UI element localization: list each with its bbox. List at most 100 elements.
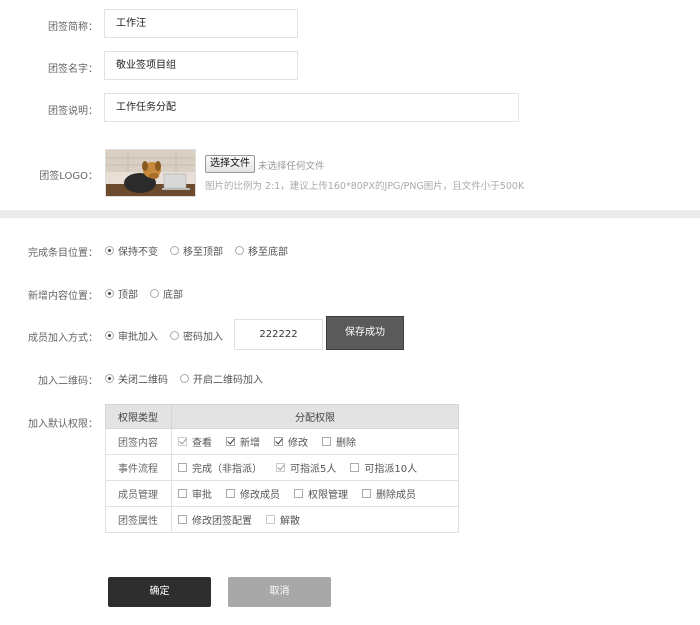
new-pos-option-1[interactable]: 底部 [150, 286, 183, 301]
permission-checkbox: 查看 [178, 434, 212, 449]
permission-checkbox[interactable]: 可指派10人 [350, 460, 417, 475]
checkbox-icon[interactable] [294, 489, 303, 498]
permission-checkbox[interactable]: 权限管理 [294, 486, 348, 501]
name-input[interactable]: 敬业签项目组 [104, 51, 298, 80]
dog-with-laptop-image [106, 150, 195, 196]
table-row: 团签属性 修改团签配置 解散 [105, 506, 459, 533]
permissions-label: 加入默认权限： [28, 419, 98, 430]
permission-checkbox-label: 新增 [240, 438, 260, 449]
permission-checkbox[interactable]: 删除 [322, 434, 356, 449]
choose-file-button[interactable]: 选择文件 [205, 155, 255, 173]
permission-checkbox-label: 删除 [336, 438, 356, 449]
radio-icon[interactable] [170, 330, 179, 340]
checkbox-icon[interactable] [178, 463, 187, 472]
new-pos-option-label: 底部 [163, 289, 183, 301]
section-divider [0, 210, 700, 218]
radio-icon[interactable] [180, 373, 189, 383]
new-pos-radio-group: 顶部 底部 [105, 286, 195, 301]
checkbox-icon[interactable] [178, 489, 187, 498]
abbr-input[interactable]: 工作汪 [104, 9, 298, 38]
permission-checkbox-label: 可指派5人 [290, 464, 337, 475]
checkbox-icon [276, 463, 285, 472]
join-mode-option-1[interactable]: 密码加入 [170, 328, 223, 343]
logo-hint-text: 图片的比例为 2:1，建议上传160*80PX的JPG/PNG图片，且文件小于5… [205, 181, 525, 192]
password-input[interactable]: 222222 [234, 319, 323, 350]
table-row: 成员管理 审批 修改成员 权限管理 删除成员 [105, 480, 459, 507]
table-row: 事件流程 完成（非指派） 可指派5人 可指派10人 [105, 454, 459, 481]
permission-checkbox-label: 删除成员 [376, 490, 416, 501]
qrcode-option-0[interactable]: 关闭二维码 [105, 371, 168, 386]
permission-checkbox[interactable]: 完成（非指派） [178, 460, 262, 475]
checkbox-icon[interactable] [350, 463, 360, 472]
new-pos-option-0[interactable]: 顶部 [105, 286, 138, 301]
permission-checkbox-label: 修改成员 [240, 490, 280, 501]
permission-checkbox[interactable]: 新增 [226, 434, 260, 449]
save-password-button[interactable]: 保存成功 [326, 316, 404, 350]
radio-icon[interactable] [105, 330, 114, 340]
permission-type-cell: 成员管理 [105, 480, 172, 507]
qrcode-option-label: 开启二维码加入 [193, 374, 263, 386]
checkbox-icon[interactable] [226, 437, 235, 446]
permission-checkbox-label: 修改团签配置 [192, 516, 252, 527]
permission-checkbox[interactable]: 审批 [178, 486, 212, 501]
new-pos-label: 新增内容位置： [28, 291, 98, 302]
confirm-button[interactable]: 确定 [108, 577, 211, 607]
complete-pos-radio-group: 保持不变 移至顶部 移至底部 [105, 243, 300, 258]
logo-label: 团签LOGO： [39, 171, 98, 182]
join-mode-option-label: 审批加入 [118, 331, 158, 343]
permission-options-cell: 审批 修改成员 权限管理 删除成员 [171, 480, 459, 507]
checkbox-icon[interactable] [178, 515, 187, 524]
permission-checkbox[interactable]: 修改成员 [226, 486, 280, 501]
complete-pos-option-label: 移至顶部 [183, 246, 223, 258]
permission-checkbox[interactable]: 删除成员 [362, 486, 416, 501]
checkbox-icon[interactable] [274, 437, 283, 446]
complete-pos-option-label: 移至底部 [248, 246, 288, 258]
complete-pos-option-0[interactable]: 保持不变 [105, 243, 158, 258]
table-row: 团签内容 查看 新增 修改 删除 [105, 428, 459, 455]
radio-icon[interactable] [105, 373, 114, 383]
permission-checkbox-label: 审批 [192, 490, 212, 501]
permission-checkbox-label: 完成（非指派） [192, 464, 262, 475]
permissions-header-row: 权限类型 分配权限 [105, 404, 459, 429]
radio-icon[interactable] [235, 245, 244, 255]
permission-options-cell: 修改团签配置 解散 [171, 506, 459, 533]
checkbox-icon [178, 437, 187, 446]
complete-pos-label: 完成条目位置： [28, 248, 98, 259]
header-assign: 分配权限 [171, 404, 459, 429]
complete-pos-option-2[interactable]: 移至底部 [235, 243, 288, 258]
join-mode-radio-group: 审批加入 密码加入 [105, 328, 235, 343]
radio-icon[interactable] [170, 245, 179, 255]
join-mode-label: 成员加入方式： [28, 333, 98, 344]
permission-checkbox-label: 修改 [288, 438, 308, 449]
permission-checkbox-label: 查看 [192, 438, 212, 449]
cancel-button[interactable]: 取消 [228, 577, 331, 607]
file-status-text: 未选择任何文件 [258, 161, 325, 172]
qrcode-option-label: 关闭二维码 [118, 374, 168, 386]
checkbox-icon [266, 515, 275, 524]
name-label: 团签名字： [48, 64, 98, 75]
permission-checkbox[interactable]: 修改团签配置 [178, 512, 252, 527]
checkbox-icon[interactable] [322, 437, 331, 446]
new-pos-option-label: 顶部 [118, 289, 138, 301]
desc-label: 团签说明： [48, 106, 98, 117]
radio-icon[interactable] [105, 288, 114, 298]
abbr-label: 团签简称： [48, 22, 98, 33]
permission-checkbox: 可指派5人 [276, 460, 336, 475]
permission-checkbox: 解散 [266, 512, 300, 527]
checkbox-icon[interactable] [226, 489, 235, 498]
join-mode-option-label: 密码加入 [183, 331, 223, 343]
header-type: 权限类型 [105, 404, 172, 429]
radio-icon[interactable] [105, 245, 114, 255]
desc-input[interactable]: 工作任务分配 [104, 93, 519, 122]
permission-checkbox[interactable]: 修改 [274, 434, 308, 449]
complete-pos-option-label: 保持不变 [118, 246, 158, 258]
permission-options-cell: 完成（非指派） 可指派5人 可指派10人 [171, 454, 459, 481]
permission-checkbox-label: 解散 [280, 516, 300, 527]
radio-icon[interactable] [150, 288, 159, 298]
qrcode-option-1[interactable]: 开启二维码加入 [180, 371, 263, 386]
logo-image [105, 149, 196, 197]
join-mode-option-0[interactable]: 审批加入 [105, 328, 158, 343]
checkbox-icon[interactable] [362, 489, 371, 498]
complete-pos-option-1[interactable]: 移至顶部 [170, 243, 223, 258]
permission-type-cell: 团签内容 [105, 428, 172, 455]
